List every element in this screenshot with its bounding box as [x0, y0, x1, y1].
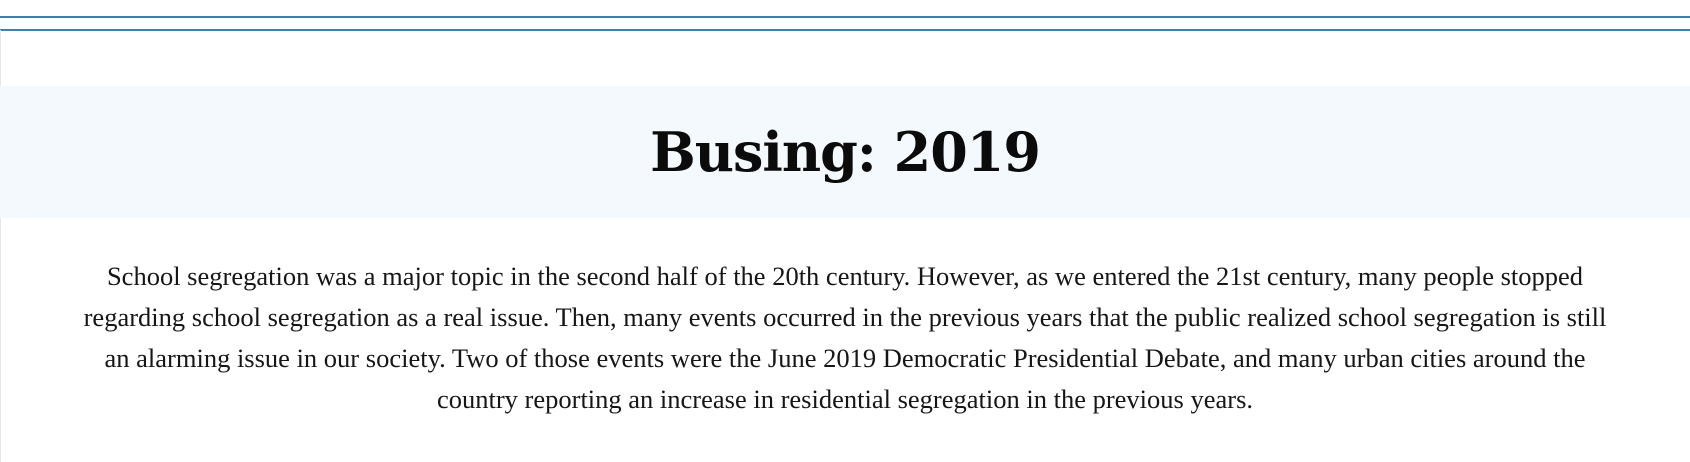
second-divider: [0, 29, 1690, 31]
title-section: Busing: 2019: [0, 86, 1690, 218]
intro-paragraph: School segregation was a major topic in …: [83, 261, 1607, 414]
page-title: Busing: 2019: [650, 120, 1041, 184]
top-divider: [0, 16, 1690, 18]
